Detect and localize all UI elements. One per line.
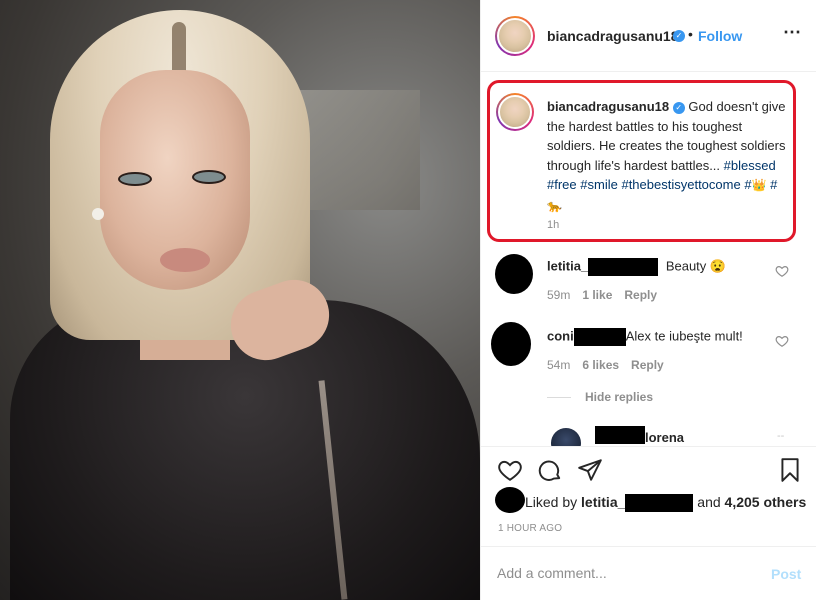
comment-item: coni Alex te iubeşte mult! 54m 6 likes Repl… xyxy=(481,322,816,382)
hide-replies-button[interactable]: Hide replies xyxy=(547,390,653,404)
comment-text: coni Alex te iubeşte mult! xyxy=(547,328,743,346)
redaction xyxy=(595,426,645,444)
add-comment-bar: Post xyxy=(481,546,816,600)
caption-username[interactable]: biancadragusanu18 xyxy=(547,99,669,114)
caption-text: biancadragusanu18 ✓ God doesn't give the… xyxy=(547,97,787,216)
comment-time[interactable]: 54m xyxy=(547,358,570,372)
pearl-earring xyxy=(92,208,104,220)
comment-body: Beauty xyxy=(665,258,707,274)
caption-highlight: biancadragusanu18 ✓ God doesn't give the… xyxy=(487,80,796,242)
author-username[interactable]: biancadragusanu18 xyxy=(547,28,679,44)
like-comment-heart-icon[interactable] xyxy=(775,264,789,278)
commenter-username[interactable]: coni xyxy=(547,328,574,343)
verified-badge-icon: ✓ xyxy=(672,101,685,114)
post-comment-button[interactable]: Post xyxy=(771,566,801,582)
left-eye xyxy=(118,172,152,186)
author-avatar[interactable] xyxy=(495,16,535,56)
reply-avatar[interactable] xyxy=(551,428,581,446)
like-comment-heart-icon[interactable] xyxy=(775,334,789,348)
reply-preview: lorena -- xyxy=(551,426,791,446)
comment-time[interactable]: 59m xyxy=(547,288,570,302)
commenter-avatar[interactable] xyxy=(491,322,531,366)
frowning-face-icon: 😧 xyxy=(709,258,727,274)
share-paper-plane-icon[interactable] xyxy=(577,457,603,483)
likes-others-count[interactable]: 4,205 others xyxy=(725,494,807,510)
hashtag-thebestisyettocome[interactable]: #thebestisyettocome xyxy=(621,177,740,192)
likes-summary[interactable]: Liked by letitia_ and 4,205 others xyxy=(525,494,807,513)
comment-body: Alex te iubeşte mult! xyxy=(625,328,743,344)
comment-likes[interactable]: 6 likes xyxy=(582,358,619,372)
right-eye xyxy=(192,170,226,184)
divider xyxy=(547,397,571,399)
like-heart-icon[interactable] xyxy=(497,457,523,483)
liker-avatar[interactable] xyxy=(495,487,525,513)
caption-avatar[interactable] xyxy=(496,93,534,131)
commenter-avatar[interactable] xyxy=(495,254,533,294)
post-header: biancadragusanu18 ✓ • Follow ⋯ xyxy=(481,0,816,72)
hide-replies-label: Hide replies xyxy=(585,390,654,404)
crown-icon: 👑 xyxy=(751,178,767,192)
redaction xyxy=(588,258,659,276)
hashtag-blessed[interactable]: #blessed xyxy=(724,158,776,173)
reply-button[interactable]: Reply xyxy=(631,358,664,372)
post-side-panel: biancadragusanu18 ✓ • Follow ⋯ biancadra… xyxy=(480,0,816,600)
post-actions: Liked by letitia_ and 4,205 others 1 HOU… xyxy=(481,446,816,546)
follow-button[interactable]: Follow xyxy=(698,28,742,44)
comment-meta: 54m 6 likes Reply xyxy=(547,358,664,372)
separator-dot: • xyxy=(688,26,693,42)
likes-and: and xyxy=(697,494,721,510)
redaction xyxy=(573,328,626,346)
commenter-username[interactable]: letitia_ xyxy=(547,258,588,273)
background-window xyxy=(300,90,420,210)
more-options-icon[interactable]: ⋯ xyxy=(783,22,802,43)
hashtag-crown[interactable]: #👑 xyxy=(744,177,766,192)
redaction xyxy=(625,494,694,513)
lips xyxy=(160,248,210,272)
hashtag-smile[interactable]: #smile xyxy=(580,177,618,192)
liker-username[interactable]: letitia_ xyxy=(581,494,625,510)
save-bookmark-icon[interactable] xyxy=(777,457,803,483)
comment-input[interactable] xyxy=(497,565,747,581)
comment-likes[interactable]: 1 like xyxy=(582,288,612,302)
likes-prefix: Liked by xyxy=(525,494,578,510)
reply-username[interactable]: lorena xyxy=(645,430,684,445)
hashtag-free[interactable]: #free xyxy=(547,177,577,192)
caption-time[interactable]: 1h xyxy=(547,219,559,231)
comment-text: letitia_ Beauty 😧 xyxy=(547,258,726,276)
verified-badge-icon: ✓ xyxy=(673,30,685,42)
post-timestamp[interactable]: 1 HOUR AGO xyxy=(498,523,562,534)
reply-button[interactable]: Reply xyxy=(624,288,657,302)
leopard-icon: 🐆 xyxy=(547,198,562,213)
comment-bubble-icon[interactable] xyxy=(537,457,563,483)
post-photo[interactable] xyxy=(0,0,480,600)
reply-more-icon[interactable]: -- xyxy=(777,430,784,442)
comment-meta: 59m 1 like Reply xyxy=(547,288,657,302)
comment-item: letitia_ Beauty 😧 59m 1 like Reply xyxy=(481,252,816,312)
